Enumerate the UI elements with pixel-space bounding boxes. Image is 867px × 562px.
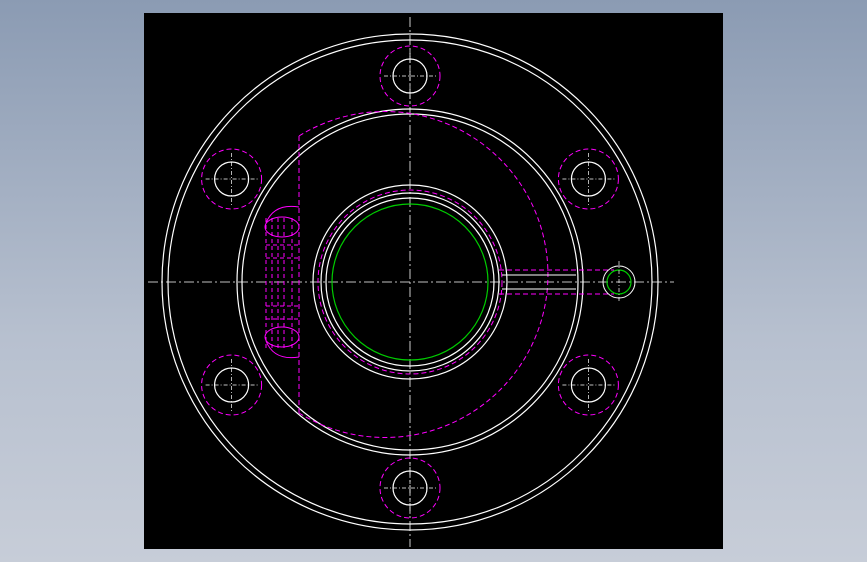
bolt-hole <box>201 354 263 416</box>
pocket-ellipse-bottom <box>264 326 300 348</box>
bolt-hole <box>557 354 619 416</box>
bolt-hole <box>557 148 619 210</box>
hidden-side-pocket <box>265 218 299 348</box>
center-lines <box>148 17 674 547</box>
flange-drawing <box>148 17 674 547</box>
cad-viewport[interactable] <box>144 13 723 549</box>
pocket-ellipse-top <box>264 216 300 238</box>
bolt-hole <box>201 148 263 210</box>
